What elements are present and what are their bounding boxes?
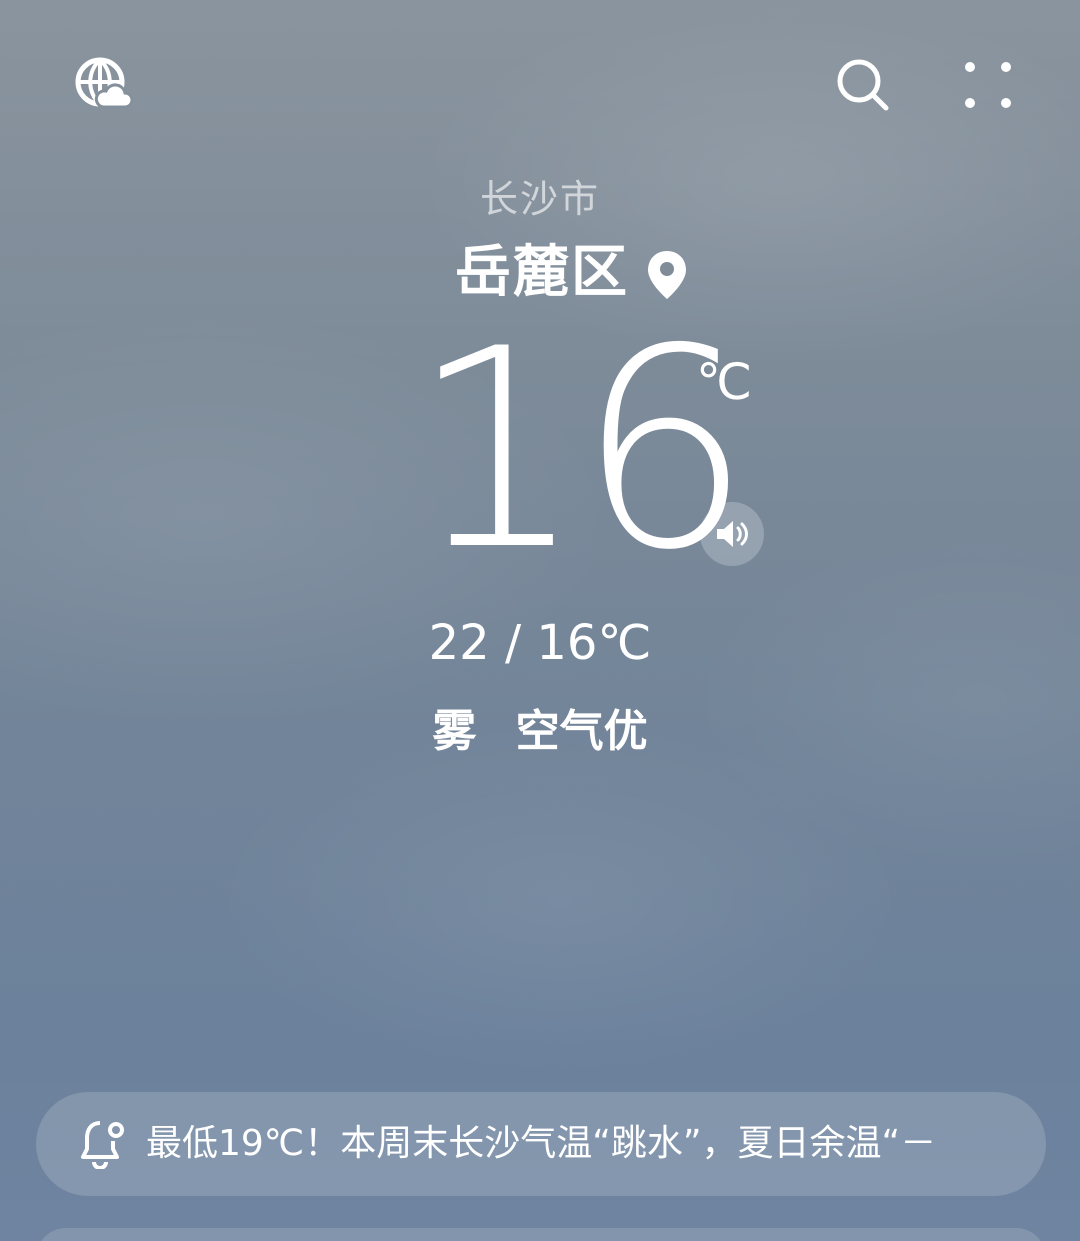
next-card-peek	[36, 1228, 1046, 1241]
current-temperature: 16	[410, 290, 752, 610]
temperature-range: 22 / 16℃	[428, 615, 652, 671]
voice-broadcast-button[interactable]	[700, 502, 764, 566]
more-menu-button[interactable]	[955, 52, 1021, 118]
temperature-unit: ℃	[696, 353, 753, 411]
weather-condition-row: 雾 空气优	[0, 702, 1080, 762]
search-icon	[837, 59, 889, 111]
four-dots-icon	[965, 62, 1011, 108]
city-name: 长沙市	[479, 177, 600, 221]
search-button[interactable]	[830, 52, 896, 118]
weather-text: 雾	[432, 706, 477, 757]
air-quality-text: 空气优	[515, 706, 648, 757]
weather-news-banner[interactable]: 最低19℃！本周末长沙气温“跳水”，夏日余温“－	[36, 1092, 1046, 1196]
world-weather-button[interactable]	[70, 52, 136, 118]
globe-cloud-icon	[75, 57, 133, 109]
speaker-icon	[717, 521, 748, 547]
news-headline: 最低19℃！本周末长沙气温“跳水”，夏日余温“－	[146, 1123, 937, 1164]
bell-alert-icon	[81, 1121, 124, 1169]
